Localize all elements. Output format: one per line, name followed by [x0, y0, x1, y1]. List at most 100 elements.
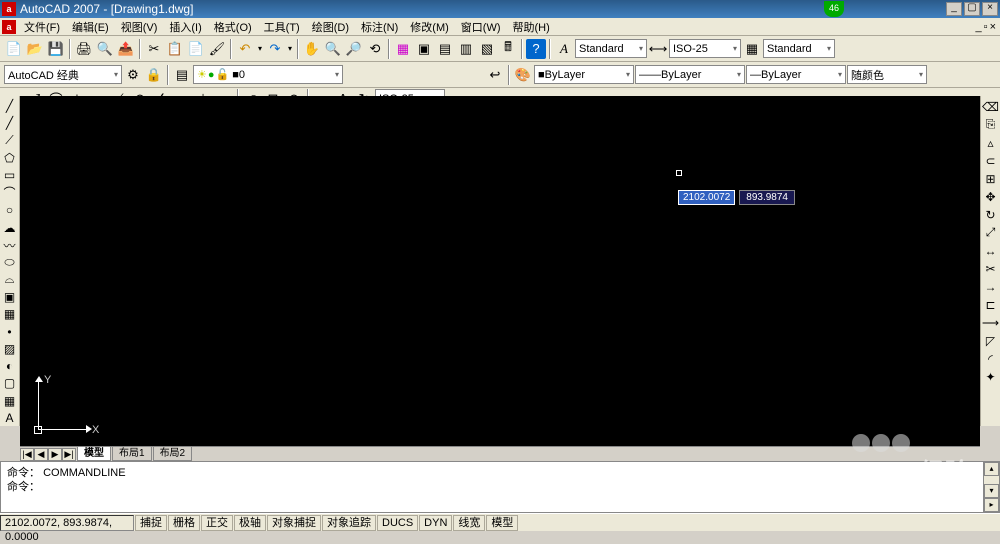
grid-button[interactable]: 栅格	[168, 515, 200, 531]
scroll-down-icon[interactable]: ▾	[984, 484, 999, 498]
tab-prev[interactable]: ◀	[34, 448, 48, 461]
doc-restore-button[interactable]: ▫	[984, 21, 988, 33]
menu-view[interactable]: 视图(V)	[115, 19, 164, 35]
circle-icon[interactable]: ○	[1, 202, 18, 218]
linetype-combo[interactable]: —— ByLayer▾	[635, 65, 745, 84]
open-icon[interactable]: 📂	[25, 39, 45, 59]
ducs-button[interactable]: DUCS	[377, 515, 418, 531]
erase-icon[interactable]: ⌫	[982, 98, 999, 115]
match-icon[interactable]: 🖌	[207, 39, 227, 59]
tab-layout2[interactable]: 布局2	[153, 447, 193, 461]
color-combo[interactable]: ■ ByLayer▾	[534, 65, 634, 84]
insert-icon[interactable]: ▣	[1, 289, 18, 305]
maximize-button[interactable]: ▢	[964, 2, 980, 16]
scale-icon[interactable]: ⤢	[982, 224, 999, 241]
arc-icon[interactable]: ⌒	[1, 184, 18, 201]
print-icon[interactable]: 🖨	[74, 39, 94, 59]
region-icon[interactable]: ▢	[1, 375, 18, 391]
notification-badge[interactable]: 46	[824, 1, 844, 17]
gradient-icon[interactable]: ◐	[1, 358, 18, 374]
rotate-icon[interactable]: ↻	[982, 206, 999, 223]
offset-icon[interactable]: ⊂	[982, 152, 999, 169]
layer-prev-icon[interactable]: ↩	[485, 65, 505, 85]
workspace-settings-icon[interactable]: ⚙	[123, 65, 143, 85]
zoom-prev-icon[interactable]: ⟲	[365, 39, 385, 59]
copy-icon[interactable]: 📋	[165, 39, 185, 59]
pline-icon[interactable]: ⟋	[1, 132, 18, 148]
ellipse-icon[interactable]: ⬭	[1, 255, 18, 271]
command-line[interactable]: 命令： COMMANDLINE 命令： ▴ ▾ ▸	[0, 461, 1000, 513]
polar-button[interactable]: 极轴	[234, 515, 266, 531]
xline-icon[interactable]: ╱	[1, 115, 18, 131]
textstyle-icon[interactable]: A	[554, 39, 574, 59]
minimize-button[interactable]: _	[946, 2, 962, 16]
layer-props-icon[interactable]: ▤	[172, 65, 192, 85]
tab-model[interactable]: 模型	[77, 447, 111, 461]
layer-combo[interactable]: ☀●🔓■ 0▾	[193, 65, 343, 84]
spline-icon[interactable]: 〰	[1, 237, 18, 254]
hatch-icon[interactable]: ▨	[1, 341, 18, 357]
mirror-icon[interactable]: ▵	[982, 134, 999, 151]
dimstyle-icon[interactable]: ⟷	[648, 39, 668, 59]
tab-first[interactable]: |◀	[20, 448, 34, 461]
menu-dimension[interactable]: 标注(N)	[355, 19, 404, 35]
pan-icon[interactable]: ✋	[302, 39, 322, 59]
redo-icon[interactable]: ↷	[265, 39, 285, 59]
help-icon[interactable]: ?	[526, 39, 546, 59]
line-icon[interactable]: ╱	[1, 98, 18, 114]
mtext-icon[interactable]: A	[1, 410, 18, 426]
paste-icon[interactable]: 📄	[186, 39, 206, 59]
menu-edit[interactable]: 编辑(E)	[66, 19, 115, 35]
tablestyle-icon[interactable]: ▦	[742, 39, 762, 59]
zoom-realtime-icon[interactable]: 🔍	[323, 39, 343, 59]
cut-icon[interactable]: ✂	[144, 39, 164, 59]
ortho-button[interactable]: 正交	[201, 515, 233, 531]
break-icon[interactable]: ⊏	[982, 296, 999, 313]
menu-format[interactable]: 格式(O)	[208, 19, 258, 35]
sheetset-icon[interactable]: ▥	[456, 39, 476, 59]
scroll-right-icon[interactable]: ▸	[984, 498, 999, 512]
toolpalette-icon[interactable]: ▤	[435, 39, 455, 59]
menu-insert[interactable]: 插入(I)	[163, 19, 207, 35]
cmd-scrollbar[interactable]: ▴ ▾ ▸	[983, 462, 999, 512]
workspace-combo[interactable]: AutoCAD 经典▾	[4, 65, 122, 84]
doc-minimize-button[interactable]: _	[976, 21, 982, 33]
color-icon[interactable]: 🎨	[513, 65, 533, 85]
polygon-icon[interactable]: ⬠	[1, 150, 18, 166]
designcenter-icon[interactable]: ▣	[414, 39, 434, 59]
preview-icon[interactable]: 🔍	[95, 39, 115, 59]
otrack-button[interactable]: 对象追踪	[322, 515, 376, 531]
new-icon[interactable]: 📄	[4, 39, 24, 59]
array-icon[interactable]: ⊞	[982, 170, 999, 187]
zoom-window-icon[interactable]: 🔎	[344, 39, 364, 59]
trim-icon[interactable]: ✂	[982, 260, 999, 277]
tab-next[interactable]: ▶	[48, 448, 62, 461]
redo-dropdown[interactable]: ▾	[286, 39, 294, 59]
dim-style-combo[interactable]: ISO-25▾	[669, 39, 741, 58]
menu-draw[interactable]: 绘图(D)	[306, 19, 355, 35]
close-button[interactable]: ×	[982, 2, 998, 16]
properties-icon[interactable]: ▦	[393, 39, 413, 59]
coordinate-display[interactable]: 2102.0072, 893.9874, 0.0000	[0, 515, 134, 531]
drawing-area[interactable]: 2102.0072 893.9874 Y X	[20, 96, 980, 446]
copy-obj-icon[interactable]: ⎘	[982, 116, 999, 133]
scroll-up-icon[interactable]: ▴	[984, 462, 999, 476]
markup-icon[interactable]: ▧	[477, 39, 497, 59]
rectangle-icon[interactable]: ▭	[1, 167, 18, 183]
table-icon[interactable]: ▦	[1, 393, 18, 409]
save-icon[interactable]: 💾	[46, 39, 66, 59]
move-icon[interactable]: ✥	[982, 188, 999, 205]
explode-icon[interactable]: ✦	[982, 368, 999, 385]
menu-modify[interactable]: 修改(M)	[404, 19, 455, 35]
tab-last[interactable]: ▶|	[62, 448, 76, 461]
revcloud-icon[interactable]: ☁	[1, 219, 18, 235]
point-icon[interactable]: •	[1, 324, 18, 340]
lwt-button[interactable]: 线宽	[453, 515, 485, 531]
menu-help[interactable]: 帮助(H)	[507, 19, 556, 35]
doc-close-button[interactable]: ×	[990, 21, 996, 33]
dynamic-input-x[interactable]: 2102.0072	[678, 190, 735, 205]
chamfer-icon[interactable]: ◸	[982, 332, 999, 349]
lineweight-combo[interactable]: — ByLayer▾	[746, 65, 846, 84]
undo-icon[interactable]: ↶	[235, 39, 255, 59]
table-style-combo[interactable]: Standard▾	[763, 39, 835, 58]
